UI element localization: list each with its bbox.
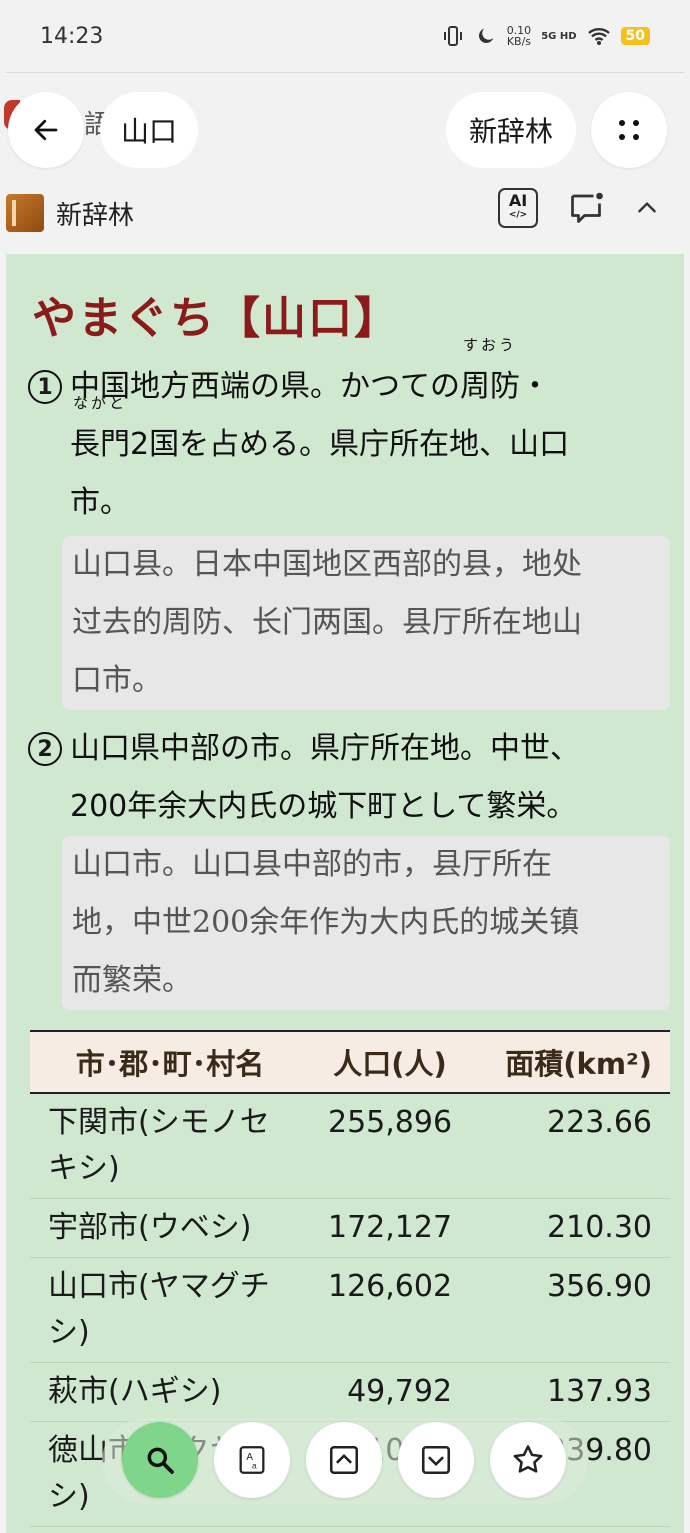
battery-indicator: 50 (620, 27, 650, 45)
star-icon (513, 1445, 543, 1473)
previous-entry-button[interactable] (306, 1422, 382, 1498)
sense-number: 2 (28, 732, 62, 766)
search-query-pill[interactable]: 山口 (100, 92, 198, 168)
table-row: 山口市(ヤマグチシ) 126,602 356.90 (30, 1257, 670, 1363)
sense-1-line2: 2国を占める。県庁所在地、山口 (130, 427, 570, 462)
status-time: 14:23 (40, 23, 104, 49)
translation-line: 口市。 (72, 663, 162, 698)
cell-population: 49,792 (310, 1362, 471, 1422)
dictionary-header: 新辞林 AI </> (0, 180, 690, 246)
sense-text: 山口県中部の市。県庁所在地。中世、 200年余大内氏の城下町として繁栄。 (70, 720, 670, 836)
translation-line: 山口市。山口县中部的市，县厅所在 (72, 847, 552, 882)
cell-area: 356.90 (470, 1257, 670, 1363)
cell-area: 223.66 (470, 1093, 670, 1199)
page-up-icon (329, 1445, 359, 1475)
cell-name: 萩市(ハギシ) (30, 1362, 310, 1422)
table-header-row: 市･郡･町･村名 人口(人) 面積(km²) (30, 1030, 670, 1094)
table-row: 宇部市(ウベシ) 172,127 210.30 (30, 1198, 670, 1258)
page-down-icon (421, 1445, 451, 1475)
dictionary-book-icon (6, 194, 44, 232)
status-icons: 0.10 KB/s 5G HD 50 (441, 24, 650, 48)
translate-icon: Aa (239, 1446, 265, 1474)
table-row: 萩市(ハギシ) 49,792 137.93 (30, 1362, 670, 1422)
ruby-reading: すおう (462, 336, 517, 354)
cell-name: 山口市(ヤマグチシ) (30, 1257, 310, 1363)
sense-text: 中国地方西端の県。かつての すおう 周防・ ながと 長門2国を占める。県庁所在地、山口… (70, 338, 650, 532)
column-header-population: 人口(人) (310, 1030, 471, 1094)
cell-population: 255,896 (310, 1093, 471, 1199)
sense-2-line1: 山口県中部の市。県庁所在地。中世、 (70, 731, 580, 766)
status-divider (6, 72, 684, 73)
back-button[interactable] (8, 92, 84, 168)
translation-line: 山口县。日本中国地区西部的县，地处 (72, 547, 582, 582)
ruby-word: ながと 長門 (70, 396, 130, 474)
dictionary-actions: AI </> (498, 188, 660, 228)
ai-code-icon[interactable]: AI </> (498, 188, 538, 228)
back-arrow-icon (34, 119, 58, 141)
translation-line: 过去的周防、长门两国。县厅所在地山 (72, 605, 582, 640)
column-header-name: 市･郡･町･村名 (30, 1030, 310, 1094)
ruby-base: 長門 (70, 427, 130, 462)
next-entry-button[interactable] (398, 1422, 474, 1498)
ai-label: AI (508, 191, 528, 210)
headword: やまぐち【山口】 (32, 293, 400, 344)
favorite-button[interactable] (490, 1422, 566, 1498)
net-speed: 0.10 KB/s (507, 25, 532, 47)
cell-population: 172,127 (310, 1198, 471, 1258)
sense-number: 1 (28, 370, 62, 404)
dictionary-name: 新辞林 (56, 200, 135, 231)
dictionary-selector[interactable]: 新辞林 (446, 92, 576, 168)
sense-1-line3: 市。 (70, 485, 130, 520)
network-label: 5G HD (541, 30, 577, 42)
entry-content: やまぐち【山口】 1 中国地方西端の県。かつての すおう 周防・ ながと 長門2国を占… (6, 254, 684, 1533)
chevron-up-icon[interactable] (634, 195, 660, 221)
translation-line: 地，中世200余年作为大内氏的城关镇 (72, 905, 580, 940)
comment-icon[interactable] (568, 190, 604, 226)
moon-icon (478, 28, 494, 44)
net-speed-unit: KB/s (506, 35, 532, 48)
vibrate-icon (443, 26, 462, 46)
column-header-area: 面積(km²) (470, 1030, 670, 1094)
translation-1: 山口县。日本中国地区西部的县，地处 过去的周防、长门两国。县厅所在地山 口市。 (62, 536, 670, 710)
svg-text:a: a (252, 1461, 257, 1471)
ruby-word: すおう 周防 (460, 338, 520, 416)
menu-button[interactable] (591, 92, 667, 168)
cell-name: 下関市(シモノセキシ) (30, 1093, 310, 1199)
translation-2: 山口市。山口县中部的市，县厅所在 地，中世200余年作为大内氏的城关镇 而繁荣。 (62, 836, 670, 1010)
translate-button[interactable]: Aa (214, 1422, 290, 1498)
grid-dots-icon (618, 119, 640, 141)
ruby-reading: ながと (72, 394, 127, 412)
search-button[interactable] (122, 1422, 198, 1498)
cell-population: 126,602 (310, 1257, 471, 1363)
search-icon (147, 1447, 174, 1474)
wifi-icon (587, 28, 610, 45)
ruby-base: 周防 (460, 369, 520, 404)
cell-name: 宇部市(ウベシ) (30, 1198, 310, 1258)
status-bar: 14:23 0.10 KB/s 5G HD 50 (0, 0, 690, 72)
cell-area: 137.93 (470, 1362, 670, 1422)
sense-1-line1-post: ・ (520, 369, 550, 404)
sense-2-line2: 200年余大内氏の城下町として繁栄。 (70, 789, 577, 824)
cell-area: 210.30 (470, 1198, 670, 1258)
table-row: 下関市(シモノセキシ) 255,896 223.66 (30, 1093, 670, 1199)
translation-line: 而繁荣。 (72, 963, 192, 998)
